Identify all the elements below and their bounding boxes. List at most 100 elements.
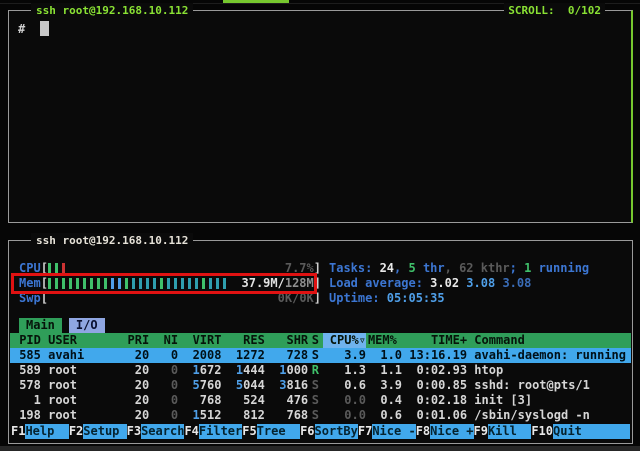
cell-cpu: 3.9 bbox=[323, 348, 366, 363]
cell-user: root bbox=[41, 393, 120, 408]
cell-res: 1272 bbox=[221, 348, 264, 363]
meter-tick bbox=[167, 278, 170, 289]
summary-segment: 3.08 bbox=[466, 276, 495, 290]
header-cpu-sort[interactable]: CPU%▿ bbox=[323, 333, 366, 348]
summary-segment: running bbox=[531, 261, 589, 275]
bracket-open: [ bbox=[41, 261, 48, 276]
cell-pri: 20 bbox=[120, 363, 149, 378]
fkey-f6[interactable]: F6SortBy bbox=[300, 424, 358, 439]
tab-io[interactable]: I/O bbox=[69, 318, 105, 333]
fkey-f10[interactable]: F10Quit bbox=[531, 424, 630, 439]
fkey-f5[interactable]: F5Tree bbox=[242, 424, 300, 439]
fkey-number: F3 bbox=[127, 424, 141, 439]
fkey-label: Search bbox=[141, 424, 184, 439]
cell-pri: 20 bbox=[120, 408, 149, 423]
header-virt[interactable]: VIRT bbox=[178, 333, 221, 348]
header-mem[interactable]: MEM% bbox=[366, 333, 402, 348]
cell-res: 5044 bbox=[221, 378, 264, 393]
cell-ni: 0 bbox=[149, 393, 178, 408]
fkey-label: Tree bbox=[257, 424, 300, 439]
cell-user: root bbox=[41, 408, 120, 423]
meter-tick bbox=[153, 278, 156, 289]
meter-tick bbox=[146, 278, 149, 289]
pane-title-shell: ssh root@192.168.10.112 bbox=[31, 3, 193, 18]
mem-meter: Mem[37.9M/128M] bbox=[19, 276, 321, 291]
tab-main[interactable]: Main bbox=[19, 318, 62, 333]
cell-shr: 768 bbox=[265, 408, 308, 423]
header-res[interactable]: RES bbox=[221, 333, 264, 348]
meter-tick bbox=[139, 278, 142, 289]
bracket-close: ] bbox=[314, 261, 321, 276]
fkey-label: Setup bbox=[83, 424, 126, 439]
tmux-pane-shell[interactable]: ssh root@192.168.10.112 SCROLL: 0/102 # bbox=[8, 10, 633, 223]
process-row[interactable]: 589root200167214441000R1.31.10:02.93htop bbox=[10, 363, 631, 378]
header-ni[interactable]: NI bbox=[149, 333, 178, 348]
cell-shr: 3816 bbox=[265, 378, 308, 393]
fkey-label: Quit bbox=[553, 424, 630, 439]
tmux-pane-htop[interactable]: ssh root@192.168.10.112 CPU[7.7%] Mem[37… bbox=[8, 240, 633, 444]
bottom-strip bbox=[0, 446, 640, 451]
meter-tick bbox=[55, 263, 58, 274]
cell-virt: 5760 bbox=[178, 378, 221, 393]
fkey-f4[interactable]: F4Filter bbox=[184, 424, 242, 439]
fkey-label: Nice - bbox=[372, 424, 415, 439]
cell-shr: 728 bbox=[265, 348, 308, 363]
header-command[interactable]: Command bbox=[467, 333, 631, 348]
cell-pid: 589 bbox=[12, 363, 41, 378]
header-shr[interactable]: SHR bbox=[265, 333, 308, 348]
cell-mem: 0.4 bbox=[366, 393, 402, 408]
cell-cpu: 0.0 bbox=[323, 393, 366, 408]
process-row[interactable]: 198root2001512812768S0.00.60:01.06/sbin/… bbox=[10, 408, 631, 423]
header-pid[interactable]: PID bbox=[12, 333, 41, 348]
cell-user: avahi bbox=[41, 348, 120, 363]
cell-shr: 476 bbox=[265, 393, 308, 408]
process-row[interactable]: 585avahi20020081272728S3.91.013:16.19ava… bbox=[10, 348, 631, 363]
magnitude-digit: 1 bbox=[279, 363, 286, 377]
summary-segment: 62 kthr bbox=[459, 261, 510, 275]
header-user[interactable]: USER bbox=[41, 333, 120, 348]
magnitude-digit: 5 bbox=[193, 378, 200, 392]
cell-virt: 768 bbox=[178, 393, 221, 408]
summary-segment: Load average: bbox=[329, 276, 430, 290]
summary-segment: 3.02 bbox=[430, 276, 459, 290]
fkey-f2[interactable]: F2Setup bbox=[69, 424, 127, 439]
fkey-f7[interactable]: F7Nice - bbox=[358, 424, 416, 439]
header-time[interactable]: TIME+ bbox=[402, 333, 467, 348]
cell-time: 0:02.18 bbox=[402, 393, 467, 408]
shell-prompt: # bbox=[18, 22, 25, 36]
meter-tick bbox=[132, 278, 135, 289]
meter-tick bbox=[181, 278, 184, 289]
cell-res: 812 bbox=[221, 408, 264, 423]
swap-meter-label: Swp bbox=[19, 291, 41, 306]
header-pri[interactable]: PRI bbox=[120, 333, 149, 348]
fkey-label: Filter bbox=[199, 424, 242, 439]
fkey-number: F1 bbox=[11, 424, 25, 439]
cell-res: 1444 bbox=[221, 363, 264, 378]
fkey-f8[interactable]: F8Nice + bbox=[416, 424, 474, 439]
meter-tick bbox=[174, 278, 177, 289]
fkey-f3[interactable]: F3Search bbox=[127, 424, 185, 439]
fkey-label: SortBy bbox=[315, 424, 358, 439]
fkey-f1[interactable]: F1Help bbox=[11, 424, 69, 439]
cell-cpu: 0.6 bbox=[323, 378, 366, 393]
process-row[interactable]: 578root200576050443816S0.63.90:00.85sshd… bbox=[10, 378, 631, 393]
header-state[interactable]: S bbox=[308, 333, 322, 348]
cell-mem: 3.9 bbox=[366, 378, 402, 393]
sort-arrow-icon: ▿ bbox=[359, 333, 366, 347]
header-cpu-label: CPU% bbox=[330, 333, 359, 347]
fkey-label: Help bbox=[25, 424, 68, 439]
cell-virt: 1512 bbox=[178, 408, 221, 423]
fkey-f9[interactable]: F9Kill bbox=[474, 424, 532, 439]
fkey-number: F9 bbox=[474, 424, 488, 439]
cpu-meter-value: 7.7% bbox=[285, 261, 314, 276]
meter-tick bbox=[125, 278, 128, 289]
cell-res: 524 bbox=[221, 393, 264, 408]
summary-segment: Tasks: bbox=[329, 261, 380, 275]
cell-command: /sbin/syslogd -n bbox=[467, 408, 631, 423]
cell-ni: 0 bbox=[149, 348, 178, 363]
summary-segment: 05:05:35 bbox=[387, 291, 445, 305]
meter-tick bbox=[62, 278, 65, 289]
cell-user: root bbox=[41, 363, 120, 378]
cell-pid: 585 bbox=[12, 348, 41, 363]
process-row[interactable]: 1root200768524476S0.00.40:02.18init [3] bbox=[10, 393, 631, 408]
